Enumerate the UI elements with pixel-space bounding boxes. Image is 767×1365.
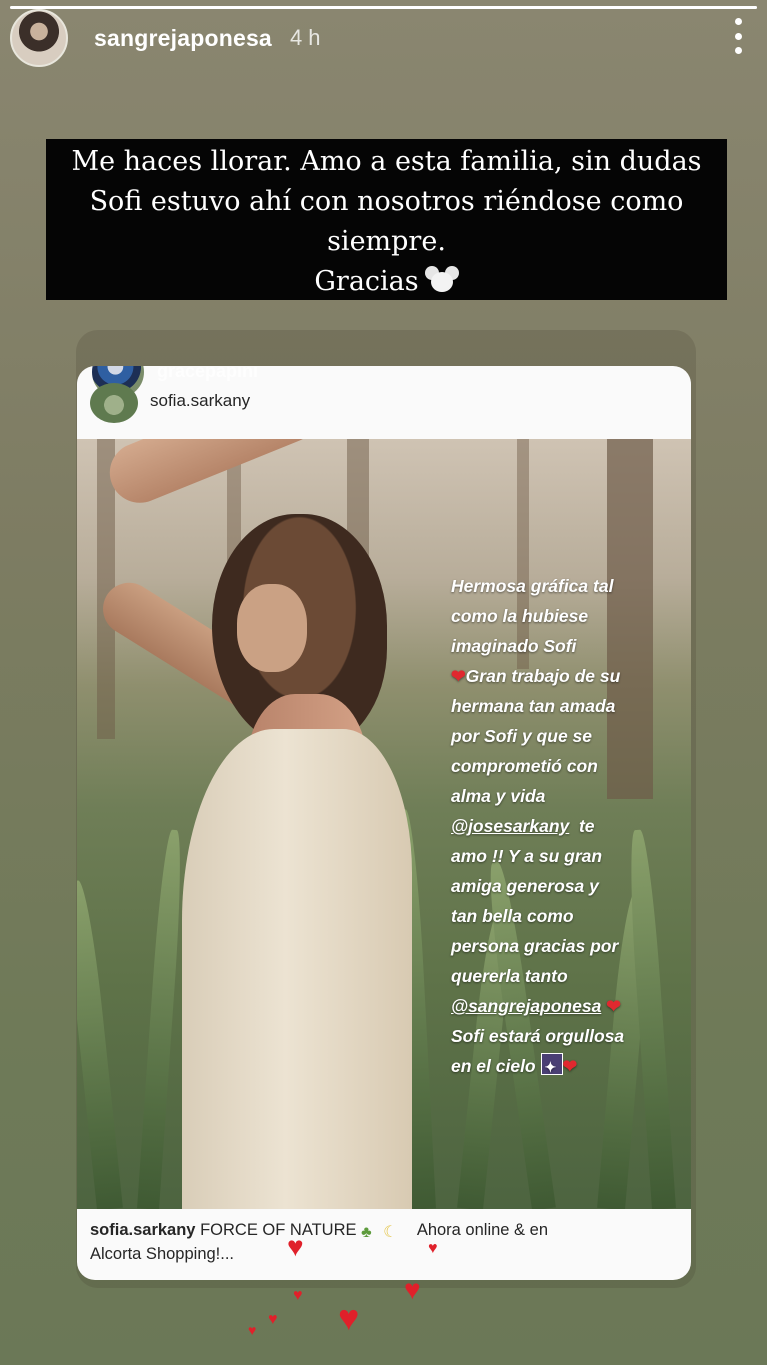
overlay-line: persona gracias por: [451, 936, 619, 956]
overlay-line-mention: @sangrejaponesa ❤: [451, 991, 687, 1021]
mention-josesarkany[interactable]: @josesarkany: [451, 816, 569, 836]
floating-heart-icon: ♥: [268, 1311, 278, 1328]
overlay-line: amiga generosa y: [451, 876, 599, 896]
floating-heart-icon: ♥: [428, 1240, 438, 1257]
caption-text: Alcorta Shopping!...: [90, 1245, 235, 1263]
mention-sangrejaponesa[interactable]: @sangrejaponesa: [451, 996, 601, 1016]
caption-line: Sofi estuvo ahí con nosotros riéndose co…: [89, 186, 684, 217]
grass-blade: [137, 829, 186, 1209]
heart-icon: ❤: [562, 1056, 578, 1076]
caption-username[interactable]: sofia.sarkany: [90, 1221, 195, 1239]
overlay-line: alma y vida: [451, 786, 546, 806]
overlay-text: en el cielo: [451, 1056, 536, 1076]
overlay-line: amo !! Y a su gran: [451, 846, 603, 866]
floating-heart-icon: ♥: [404, 1274, 421, 1305]
overlay-line: imaginado Sofi: [451, 636, 577, 656]
floating-heart-icon: ♥: [287, 1231, 304, 1262]
banana-icon: ☾: [383, 1224, 398, 1241]
overlay-line-end: en el cielo ❤: [451, 1051, 687, 1082]
overlay-line: Sofi estará orgullosa: [451, 1026, 625, 1046]
shared-post-header: gracepapini sofia.sarkany: [77, 366, 691, 439]
heart-icon: ❤: [451, 666, 466, 686]
caption-text: Gracias: [314, 266, 419, 297]
story-username[interactable]: sangrejaponesa: [94, 25, 272, 52]
overlay-line: tan bella como: [451, 906, 574, 926]
story-header: sangrejaponesa 4 h: [10, 8, 757, 68]
overlay-text: te: [578, 816, 595, 836]
overlay-line: comprometió con: [451, 756, 598, 776]
overlay-line: quererla tanto: [451, 966, 568, 986]
story-caption: Me haces llorar. Amo a esta familia, sin…: [46, 139, 727, 300]
post-username[interactable]: sofia.sarkany: [150, 391, 250, 411]
overlay-line-heart: ❤Gran trabajo de su: [451, 661, 687, 691]
overlay-line: hermana tan amada: [451, 696, 616, 716]
grass-blade: [77, 879, 123, 1209]
seedling-icon: ♣: [361, 1224, 372, 1241]
overlay-line: Hermosa gráfica tal: [451, 576, 614, 596]
floating-heart-icon: ♥: [248, 1322, 257, 1338]
floating-heart-icon: ♥: [293, 1287, 303, 1304]
avatar[interactable]: [10, 9, 68, 67]
mouse-face-icon: [424, 266, 459, 294]
post-avatar[interactable]: [90, 383, 138, 423]
more-options-icon[interactable]: [729, 18, 747, 54]
caption-line: siempre.: [327, 226, 446, 257]
caption-line: Me haces llorar. Amo a esta familia, sin…: [71, 146, 702, 177]
caption-text: FORCE OF NATURE: [200, 1221, 357, 1239]
arm: [100, 439, 328, 512]
overlay-text: Gran trabajo de su: [465, 666, 621, 686]
overlay-line: como la hubiese: [451, 606, 589, 626]
sparkles-icon: [540, 1052, 563, 1082]
face: [237, 584, 307, 672]
linen-dress: [182, 729, 412, 1209]
photo-overlay-text: Hermosa gráfica tal como la hubiese imag…: [451, 571, 687, 1082]
heart-icon: ❤: [606, 996, 621, 1016]
ghost-username: gracepapini: [157, 366, 259, 381]
floating-heart-icon: ♥: [338, 1297, 360, 1338]
overlay-line-mention: @josesarkany te: [451, 811, 687, 841]
overlay-line: por Sofi y que se: [451, 726, 592, 746]
shared-post-card[interactable]: gracepapini sofia.sarkany Hermosa gráfic…: [77, 366, 691, 1280]
caption-text: Ahora online & en: [416, 1221, 548, 1239]
post-photo[interactable]: Hermosa gráfica tal como la hubiese imag…: [77, 439, 691, 1209]
post-caption[interactable]: sofia.sarkany FORCE OF NATURE ♣ ☾ Ahora o…: [90, 1218, 675, 1266]
caption-line-last: Gracias: [46, 262, 727, 302]
story-timestamp: 4 h: [289, 25, 321, 50]
